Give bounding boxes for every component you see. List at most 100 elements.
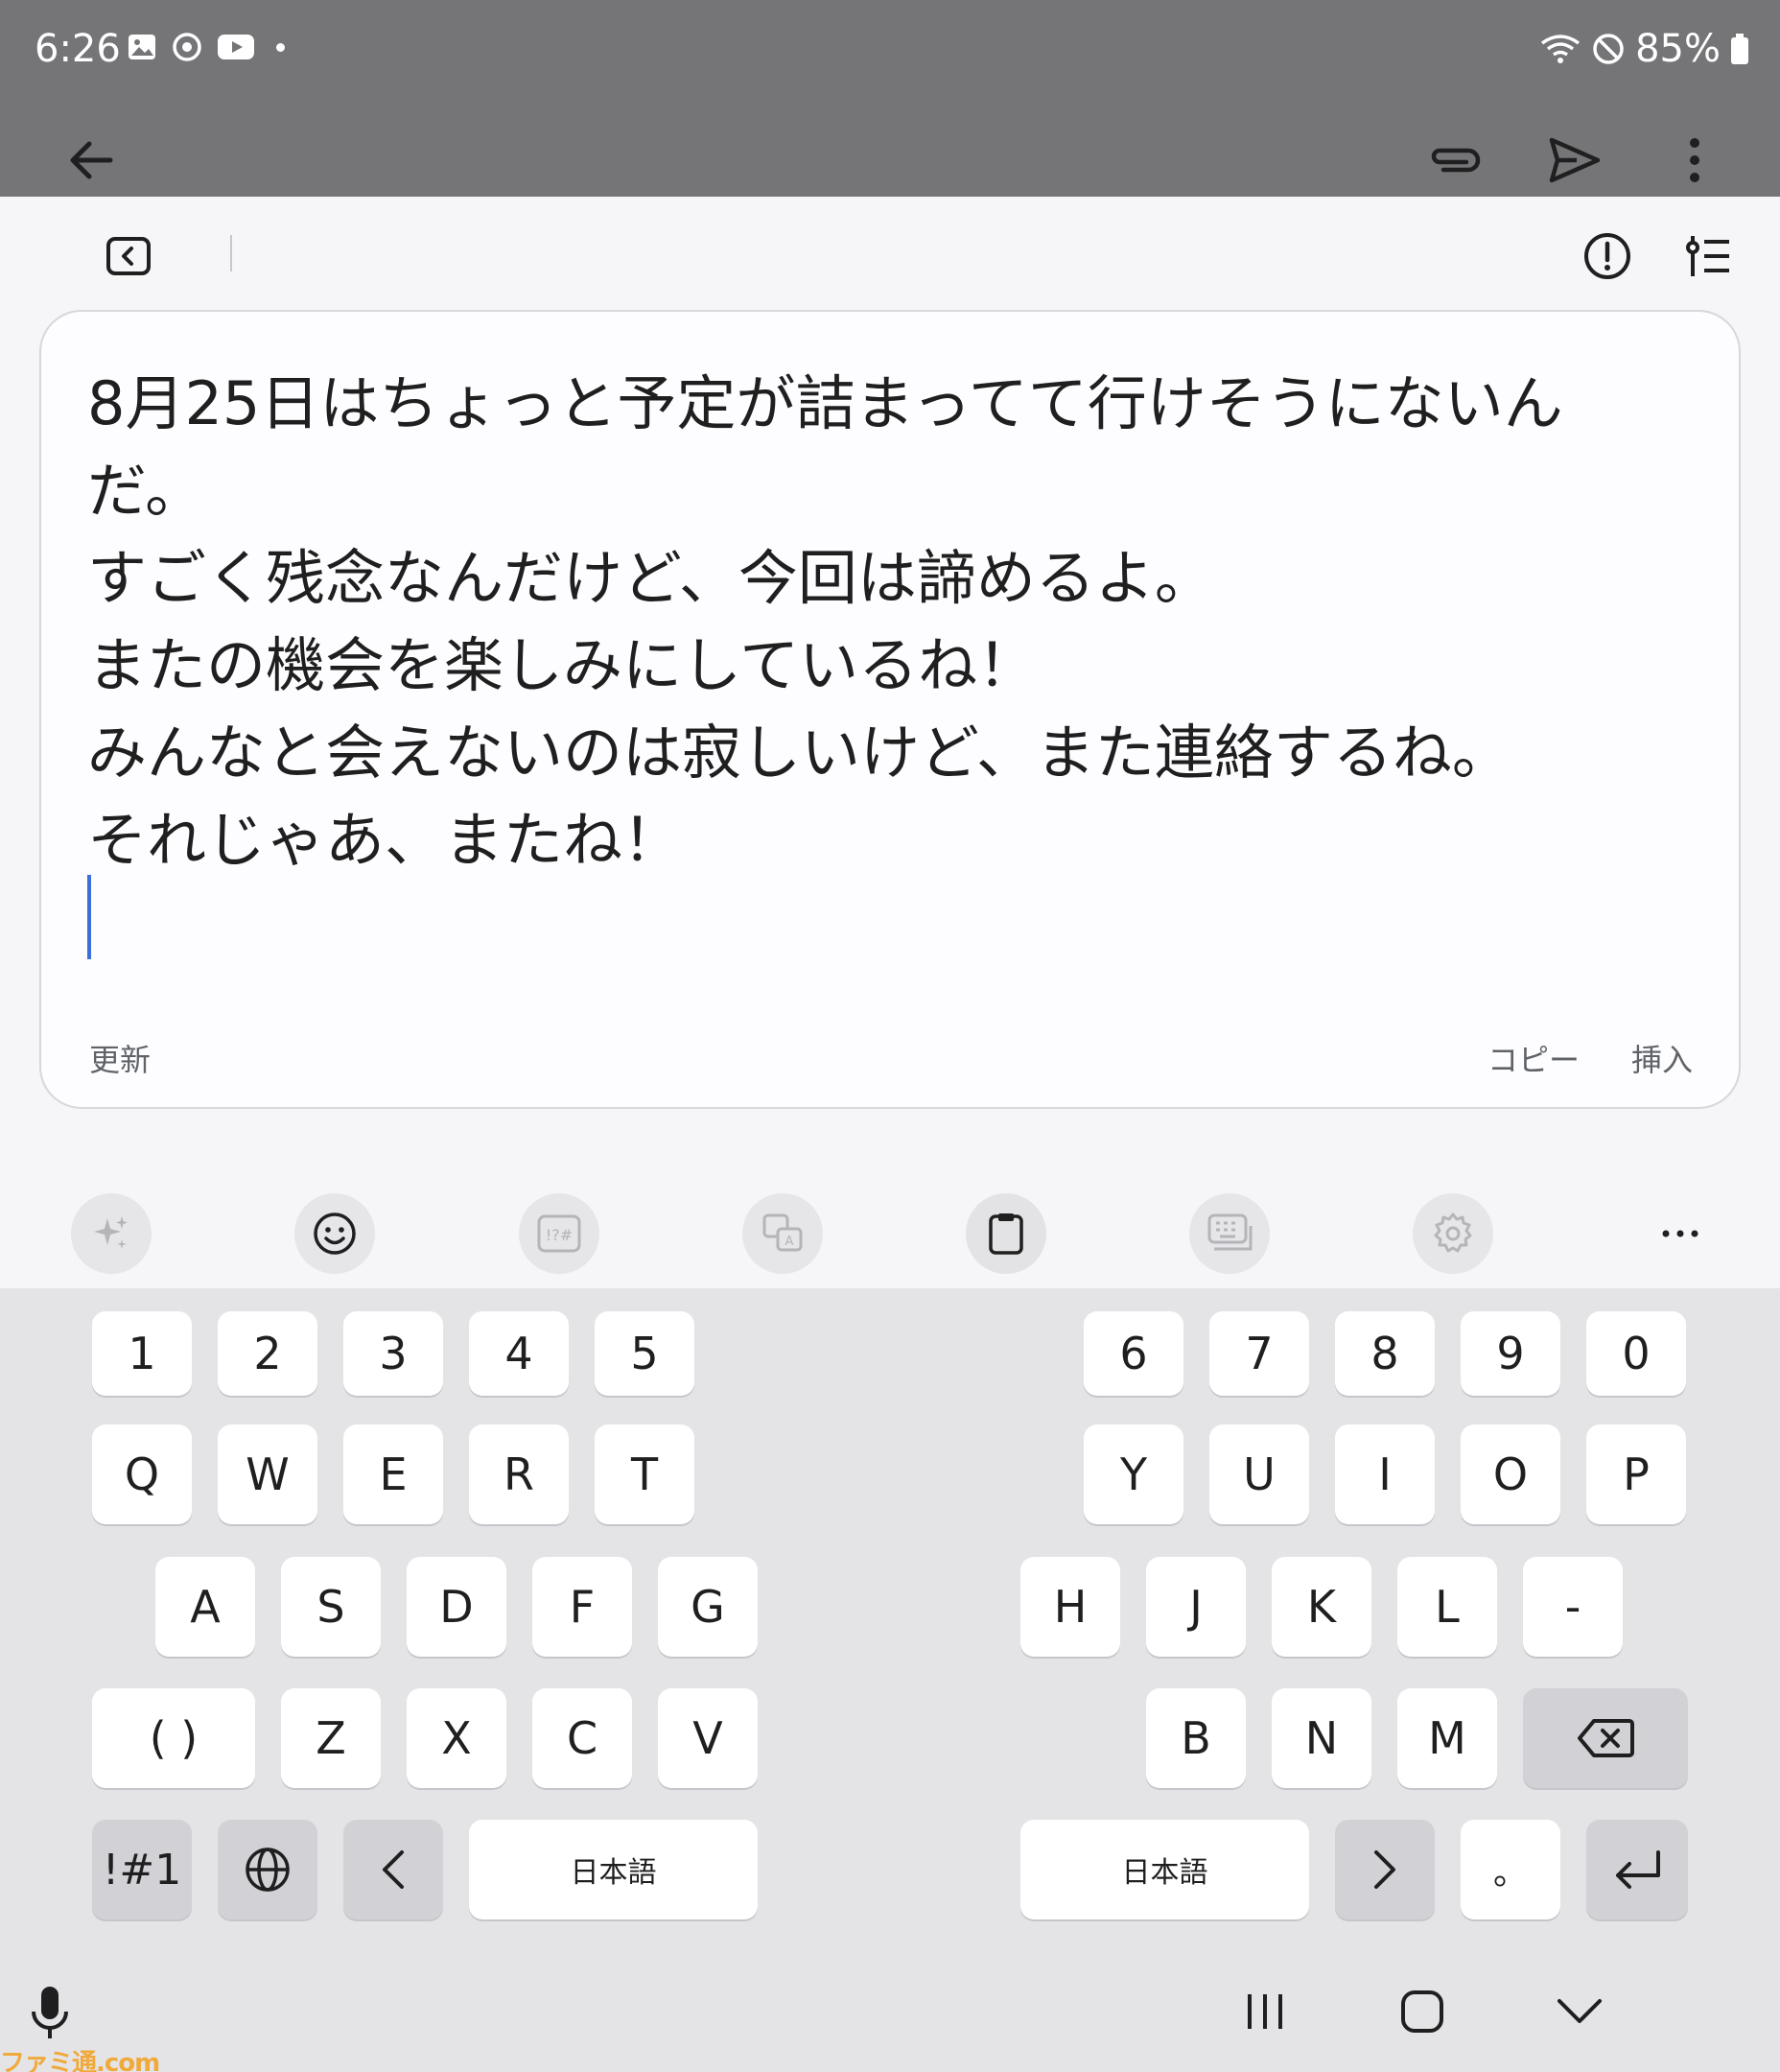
clipboard-button[interactable] <box>966 1193 1046 1274</box>
key-k[interactable]: K <box>1272 1557 1371 1657</box>
key-m[interactable]: M <box>1397 1688 1497 1788</box>
key-7[interactable]: 7 <box>1209 1311 1309 1396</box>
emoji-icon <box>314 1213 356 1255</box>
result-line-2: だ。 <box>87 456 205 526</box>
hide-keyboard-button[interactable] <box>1536 1978 1623 2045</box>
youtube-icon <box>218 35 254 59</box>
key-c[interactable]: C <box>532 1688 632 1788</box>
result-line-6: それじゃあ、またね！ <box>87 805 683 875</box>
key-5[interactable]: 5 <box>595 1311 694 1396</box>
key-8[interactable]: 8 <box>1335 1311 1435 1396</box>
report-button[interactable] <box>1579 227 1636 285</box>
translate-icon: A <box>762 1213 803 1252</box>
key-parentheses[interactable]: ( ) <box>92 1688 255 1788</box>
home-button[interactable] <box>1379 1978 1465 2045</box>
key-4[interactable]: 4 <box>469 1311 569 1396</box>
key-p[interactable]: P <box>1586 1424 1686 1524</box>
status-icons-left <box>127 31 285 63</box>
key-0[interactable]: 0 <box>1586 1311 1686 1396</box>
backspace-icon <box>1578 1719 1634 1757</box>
key-s[interactable]: S <box>281 1557 381 1657</box>
keyboard-mode-icon <box>1207 1213 1253 1251</box>
more-options-button[interactable] <box>1661 127 1728 194</box>
translate-button[interactable]: A <box>742 1193 823 1274</box>
result-text[interactable]: 8月25日はちょっと予定が詰まってて行けそうにないん だ。 すごく残念なんだけど… <box>87 360 1698 883</box>
period-key[interactable]: 。 <box>1461 1820 1560 1919</box>
cursor-left-key[interactable] <box>343 1820 443 1919</box>
insert-button[interactable]: 挿入 <box>1631 1036 1693 1080</box>
key-l[interactable]: L <box>1397 1557 1497 1657</box>
key-6[interactable]: 6 <box>1084 1311 1183 1396</box>
battery-icon <box>1731 34 1748 64</box>
key-f[interactable]: F <box>532 1557 632 1657</box>
key-1[interactable]: 1 <box>92 1311 192 1396</box>
key-z[interactable]: Z <box>281 1688 381 1788</box>
symbols-key[interactable]: !#1 <box>92 1820 192 1919</box>
key-hyphen[interactable]: - <box>1523 1557 1623 1657</box>
tone-settings-button[interactable] <box>1680 227 1738 285</box>
update-button[interactable]: 更新 <box>89 1036 151 1080</box>
attach-button[interactable] <box>1421 127 1488 194</box>
recent-apps-button[interactable] <box>1222 1978 1308 2045</box>
send-button[interactable] <box>1541 127 1608 194</box>
key-y[interactable]: Y <box>1084 1424 1183 1524</box>
key-x[interactable]: X <box>407 1688 506 1788</box>
language-key[interactable] <box>218 1820 317 1919</box>
key-r[interactable]: R <box>469 1424 569 1524</box>
key-v[interactable]: V <box>658 1688 758 1788</box>
cursor-right-key[interactable] <box>1335 1820 1435 1919</box>
emoji-button[interactable] <box>294 1193 375 1274</box>
watermark-logo: ファミ通.com <box>0 2049 160 2072</box>
top-bar: 6:26 85% <box>0 0 1780 197</box>
writing-assist-card: 8月25日はちょっと予定が詰まってて行けそうにないん だ。 すごく残念なんだけど… <box>39 310 1741 1109</box>
key-i[interactable]: I <box>1335 1424 1435 1524</box>
key-b[interactable]: B <box>1146 1688 1246 1788</box>
settings-icon <box>1434 1213 1472 1253</box>
dot-icon <box>276 42 285 52</box>
hide-keyboard-icon <box>1558 1999 1602 2023</box>
key-u[interactable]: U <box>1209 1424 1309 1524</box>
key-h[interactable]: H <box>1020 1557 1120 1657</box>
keyboard-settings-button[interactable] <box>1413 1193 1493 1274</box>
key-2[interactable]: 2 <box>218 1311 317 1396</box>
do-not-disturb-icon <box>1593 34 1624 64</box>
result-line-4: またの機会を楽しみにしているね！ <box>87 630 1038 700</box>
keyboard-mode-button[interactable] <box>1189 1193 1270 1274</box>
key-w[interactable]: W <box>218 1424 317 1524</box>
ai-tools-button[interactable] <box>71 1193 152 1274</box>
key-e[interactable]: E <box>343 1424 443 1524</box>
key-d[interactable]: D <box>407 1557 506 1657</box>
enter-icon <box>1616 1850 1660 1889</box>
key-a[interactable]: A <box>155 1557 255 1657</box>
key-3[interactable]: 3 <box>343 1311 443 1396</box>
symbols-button[interactable]: !?# <box>519 1193 599 1274</box>
space-key-left[interactable]: 日本語 <box>469 1820 758 1919</box>
more-horiz-icon <box>1662 1230 1698 1237</box>
voice-input-button[interactable] <box>21 1982 79 2045</box>
tone-settings-icon <box>1686 236 1729 276</box>
result-line-3: すごく残念なんだけど、今回は諦めるよ。 <box>87 543 1214 613</box>
mic-icon <box>32 1987 68 2038</box>
back-arrow-icon <box>70 141 113 179</box>
result-line-1: 8月25日はちょっと予定が詰まってて行けそうにないん <box>87 368 1563 438</box>
home-icon <box>1401 1990 1443 2033</box>
key-o[interactable]: O <box>1461 1424 1560 1524</box>
key-n[interactable]: N <box>1272 1688 1371 1788</box>
key-9[interactable]: 9 <box>1461 1311 1560 1396</box>
back-button[interactable] <box>58 127 125 194</box>
backspace-key[interactable] <box>1523 1688 1688 1788</box>
key-t[interactable]: T <box>595 1424 694 1524</box>
key-j[interactable]: J <box>1146 1557 1246 1657</box>
recent-apps-icon <box>1248 1994 1282 2029</box>
enter-key[interactable] <box>1586 1820 1688 1919</box>
copy-button[interactable]: コピー <box>1487 1036 1580 1080</box>
result-line-5: みんなと会えないのは寂しいけど、また連絡するね。 <box>87 718 1511 788</box>
collapse-panel-button[interactable] <box>100 227 157 285</box>
key-q[interactable]: Q <box>92 1424 192 1524</box>
svg-text:!?#: !?# <box>546 1226 573 1244</box>
space-key-right[interactable]: 日本語 <box>1020 1820 1309 1919</box>
text-caret <box>87 875 91 959</box>
keyboard-more-button[interactable] <box>1640 1193 1721 1274</box>
more-vert-icon <box>1690 138 1699 182</box>
key-g[interactable]: G <box>658 1557 758 1657</box>
